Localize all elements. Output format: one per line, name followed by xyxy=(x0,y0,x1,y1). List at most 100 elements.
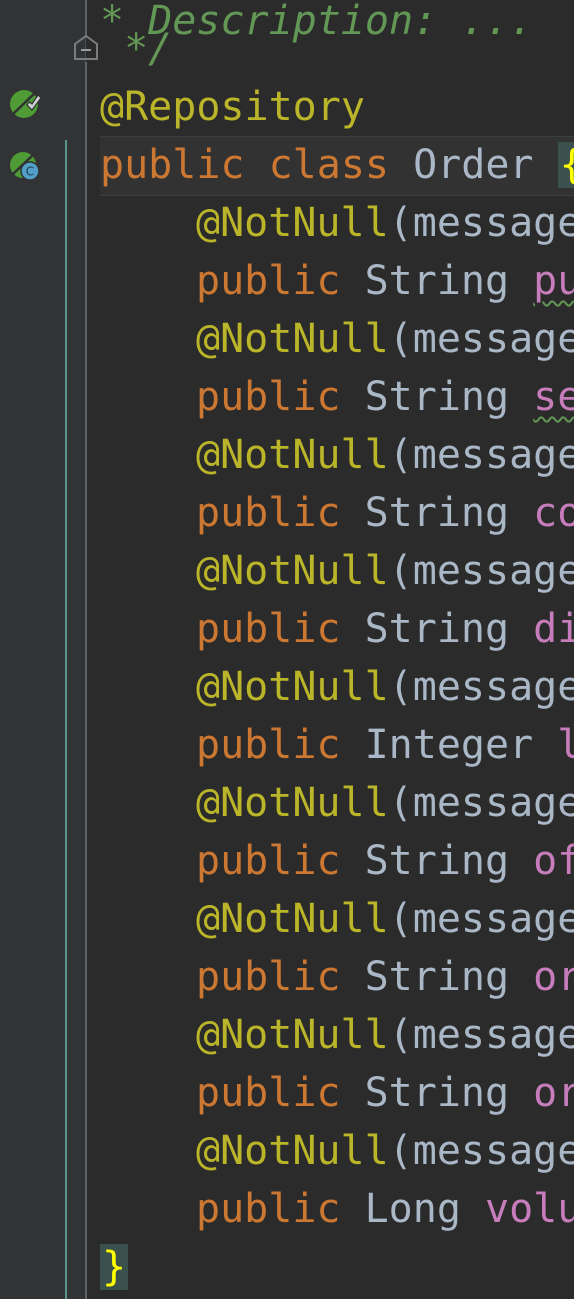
token-identifier: Integer xyxy=(364,722,558,768)
token-identifier: String xyxy=(364,606,534,652)
line-field-7-annotation[interactable]: @NotNull(message xyxy=(86,890,574,948)
line-field-8-declaration[interactable]: public String ord xyxy=(86,1064,574,1122)
token-field-typo: sec xyxy=(533,374,574,420)
token-annotation: @NotNull xyxy=(196,780,389,826)
token-annotation: @NotNull xyxy=(196,1012,389,1058)
code-line-text: public class Order { xyxy=(86,136,574,194)
code-line-text: @NotNull(message xyxy=(86,310,574,368)
token-identifier: Order xyxy=(413,142,558,188)
token-identifier: String xyxy=(364,374,534,420)
code-line-text: @NotNull(message xyxy=(86,1006,574,1064)
editor-window: * Description: ... */@Repository public c… xyxy=(0,0,574,1299)
token-identifier: String xyxy=(364,838,534,884)
line-field-3-annotation[interactable]: @NotNull(message xyxy=(86,426,574,484)
code-line-text: } xyxy=(86,1238,129,1296)
line-class-declaration[interactable]: public class Order { xyxy=(86,136,574,194)
token-identifier: Long xyxy=(364,1186,485,1232)
code-line-text: @NotNull(message xyxy=(86,658,574,716)
code-line-text: public String ord xyxy=(86,1064,574,1122)
token-identifier: String xyxy=(364,1070,534,1116)
line-field-6-annotation[interactable]: @NotNull(message xyxy=(86,774,574,832)
token-field: off xyxy=(533,838,574,884)
token-identifier: (message xyxy=(388,1012,574,1058)
line-repository-annotation[interactable]: @Repository xyxy=(86,78,574,136)
line-field-7-declaration[interactable]: public String ord xyxy=(86,948,574,1006)
token-annotation: @NotNull xyxy=(196,432,389,478)
token-identifier: String xyxy=(364,490,534,536)
code-line-text: @NotNull(message xyxy=(86,890,574,948)
token-annotation: @NotNull xyxy=(196,896,389,942)
token-identifier: (message xyxy=(388,316,574,362)
line-field-4-annotation[interactable]: @NotNull(message xyxy=(86,542,574,600)
token-field: ord xyxy=(533,1070,574,1116)
token-identifier: (message xyxy=(388,780,574,826)
token-annotation: @NotNull xyxy=(196,548,389,594)
token-keyword: public xyxy=(196,722,365,768)
code-line-text: public Long volum xyxy=(86,1180,574,1238)
code-line-text: public Integer le xyxy=(86,716,574,774)
code-editor-area[interactable]: * Description: ... */@Repository public c… xyxy=(86,0,574,1299)
collapse-fold-marker[interactable] xyxy=(72,34,100,62)
token-field: ord xyxy=(533,954,574,1000)
token-identifier: (message xyxy=(388,896,574,942)
token-annotation: @Repository xyxy=(100,84,365,130)
token-identifier: (message xyxy=(388,432,574,478)
line-field-1-annotation[interactable]: @NotNull(message xyxy=(86,194,574,252)
token-field-typo: pub xyxy=(533,258,574,304)
token-brace-highlight: { xyxy=(557,142,574,188)
line-javadoc-end[interactable]: */ xyxy=(86,20,574,78)
line-field-5-declaration[interactable]: public Integer le xyxy=(86,716,574,774)
code-line-text: @Repository xyxy=(86,78,365,136)
token-identifier: (message xyxy=(388,200,574,246)
code-line-text: public String off xyxy=(86,832,574,890)
code-line-text: public String ord xyxy=(86,948,574,1006)
line-field-9-annotation[interactable]: @NotNull(message xyxy=(86,1122,574,1180)
token-identifier: (message xyxy=(388,1128,574,1174)
line-field-8-annotation[interactable]: @NotNull(message xyxy=(86,1006,574,1064)
line-field-5-annotation[interactable]: @NotNull(message xyxy=(86,658,574,716)
token-keyword: public xyxy=(196,490,365,536)
token-keyword: public class xyxy=(100,142,414,188)
line-field-6-declaration[interactable]: public String off xyxy=(86,832,574,890)
line-field-2-annotation[interactable]: @NotNull(message xyxy=(86,310,574,368)
token-field: volum xyxy=(485,1186,574,1232)
spring-bean-gutter-icon[interactable] xyxy=(7,86,43,122)
token-keyword: public xyxy=(196,374,365,420)
token-annotation: @NotNull xyxy=(196,316,389,362)
line-class-close[interactable]: } xyxy=(86,1238,574,1296)
spring-component-gutter-icon[interactable]: C xyxy=(7,148,43,184)
token-field: dir xyxy=(533,606,574,652)
token-comment: */ xyxy=(100,26,173,72)
code-line-text: @NotNull(message xyxy=(86,194,574,252)
token-brace-highlight: } xyxy=(100,1244,129,1290)
editor-gutter[interactable] xyxy=(0,0,86,1299)
line-field-3-declaration[interactable]: public String con xyxy=(86,484,574,542)
token-keyword: public xyxy=(196,838,365,884)
line-field-9-declaration[interactable]: public Long volum xyxy=(86,1180,574,1238)
token-keyword: public xyxy=(196,258,365,304)
fold-rail-upper xyxy=(85,0,87,36)
token-field: le xyxy=(557,722,574,768)
token-field: con xyxy=(533,490,574,536)
token-keyword: public xyxy=(196,606,365,652)
token-identifier: (message xyxy=(388,548,574,594)
token-keyword: public xyxy=(196,1070,365,1116)
code-line-text: public String dir xyxy=(86,600,574,658)
code-line-text: @NotNull(message xyxy=(86,542,574,600)
code-line-text: public String sec xyxy=(86,368,574,426)
line-field-1-declaration[interactable]: public String pub xyxy=(86,252,574,310)
code-line-text: @NotNull(message xyxy=(86,426,574,484)
token-identifier: String xyxy=(364,258,534,304)
token-identifier: (message xyxy=(388,664,574,710)
fold-rail-lower xyxy=(85,62,87,1299)
token-keyword: public xyxy=(196,1186,365,1232)
indent-guide-active xyxy=(65,140,67,1299)
line-field-2-declaration[interactable]: public String sec xyxy=(86,368,574,426)
token-annotation: @NotNull xyxy=(196,200,389,246)
token-annotation: @NotNull xyxy=(196,1128,389,1174)
code-line-text: @NotNull(message xyxy=(86,774,574,832)
token-keyword: public xyxy=(196,954,365,1000)
token-annotation: @NotNull xyxy=(196,664,389,710)
line-field-4-declaration[interactable]: public String dir xyxy=(86,600,574,658)
code-line-text: public String pub xyxy=(86,252,574,310)
